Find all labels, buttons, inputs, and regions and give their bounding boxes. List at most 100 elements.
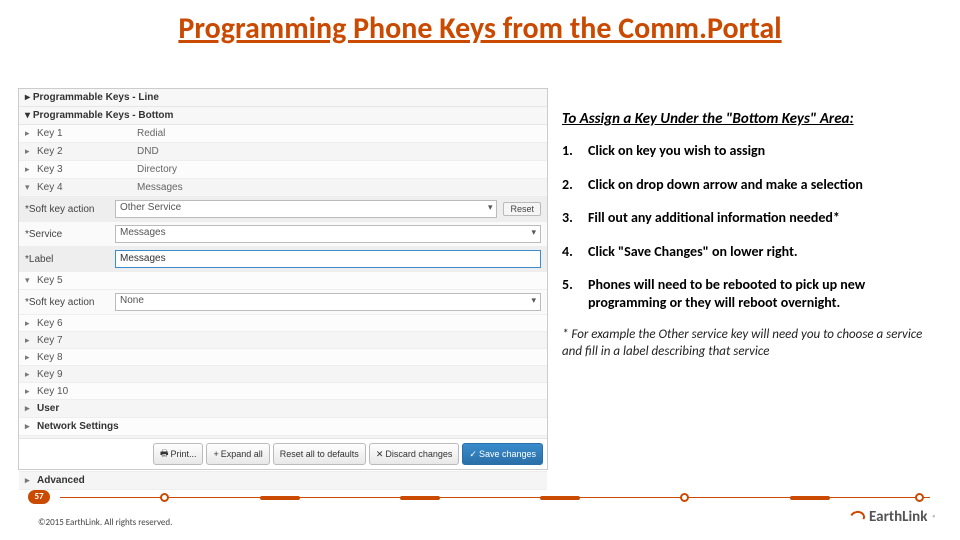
reset-defaults-button[interactable]: Reset all to defaults	[273, 443, 366, 465]
key-row-expanded[interactable]: ▾Key 4Messages	[19, 179, 547, 197]
page-number-badge: 57	[28, 490, 50, 504]
btn-label: Print...	[170, 449, 196, 459]
softkey-action-row: *Soft key action Other Service Reset	[19, 197, 547, 222]
softkey-action-select[interactable]: Other Service	[115, 200, 497, 218]
select-value: Messages	[120, 227, 166, 238]
footer-section[interactable]: ▸Network Settings	[19, 418, 547, 436]
footer-section[interactable]: ▸Advanced	[19, 472, 547, 490]
key-row[interactable]: ▸Key 10	[19, 383, 547, 400]
timeline-dot	[680, 493, 689, 502]
chevron-right-icon: ▸	[25, 403, 37, 414]
chevron-right-icon: ▸	[25, 146, 37, 157]
key-label: Key 9	[37, 369, 137, 380]
chevron-right-icon: ▸	[25, 318, 37, 329]
timeline-bar	[400, 496, 440, 500]
instructions-heading: To Assign a Key Under the "Bottom Keys" …	[562, 110, 942, 128]
chevron-right-icon: ▸	[25, 475, 37, 486]
step-number: 4.	[562, 243, 588, 261]
expand-all-button[interactable]: +Expand all	[206, 443, 269, 465]
step-text: Click on key you wish to assign	[588, 142, 942, 160]
reset-button[interactable]: Reset	[503, 202, 541, 216]
field-label: *Soft key action	[25, 297, 115, 308]
timeline-bar	[540, 496, 580, 500]
step-number: 3.	[562, 209, 588, 227]
discard-changes-button[interactable]: ✕Discard changes	[369, 443, 460, 465]
key-row[interactable]: ▸Key 8	[19, 349, 547, 366]
key5-softkey-select[interactable]: None	[115, 293, 541, 311]
timeline-dot	[915, 493, 924, 502]
save-changes-button[interactable]: ✓Save changes	[462, 443, 543, 465]
key-row[interactable]: ▸Key 6	[19, 315, 547, 332]
chevron-right-icon: ▸	[25, 369, 37, 380]
key-label: Key 10	[37, 386, 137, 397]
select-value: None	[120, 295, 144, 306]
key-label: Key 5	[37, 275, 137, 286]
btn-label: Save changes	[479, 449, 536, 459]
key-row[interactable]: ▸Key 3Directory	[19, 161, 547, 179]
field-label: *Label	[25, 254, 115, 265]
chevron-right-icon: ▸	[25, 421, 37, 432]
logo-trademark: ®	[932, 513, 936, 522]
step-text: Click on drop down arrow and make a sele…	[588, 176, 942, 194]
key-row[interactable]: ▸Key 1Redial	[19, 125, 547, 143]
key5-softkey-row: *Soft key action None	[19, 290, 547, 315]
key-label: Key 1	[37, 128, 137, 139]
check-icon: ✓	[469, 449, 477, 460]
chevron-down-icon: ▾	[25, 182, 37, 193]
field-label: *Service	[25, 229, 115, 240]
instruction-step: 5.Phones will need to be rebooted to pic…	[562, 276, 942, 311]
key-label: Key 3	[37, 164, 137, 175]
chevron-right-icon: ▸	[25, 335, 37, 346]
section-bottom-label: Programmable Keys - Bottom	[33, 110, 174, 121]
key-label: Key 6	[37, 318, 137, 329]
key-value: Redial	[137, 128, 541, 139]
key-label: Key 4	[37, 182, 137, 193]
key-value: Directory	[137, 164, 541, 175]
slide-title-text: Programming Phone Keys from the Comm.Por…	[178, 10, 781, 47]
chevron-right-icon: ▸	[25, 164, 37, 175]
key-label: Key 8	[37, 352, 137, 363]
footer-dots	[60, 492, 930, 504]
field-label: *Soft key action	[25, 204, 115, 215]
close-icon: ✕	[376, 449, 384, 460]
instructions-list: 1.Click on key you wish to assign 2.Clic…	[562, 142, 942, 311]
step-text: Fill out any additional information need…	[588, 209, 942, 227]
btn-label: Expand all	[221, 449, 263, 459]
print-button[interactable]: 🖶Print...	[153, 443, 204, 465]
section-bottom[interactable]: ▾ Programmable Keys - Bottom	[19, 107, 547, 125]
action-bar: 🖶Print... +Expand all Reset all to defau…	[19, 438, 547, 469]
label-row: *Label Messages	[19, 247, 547, 272]
copyright-text: ©2015 EarthLink. All rights reserved.	[38, 517, 172, 528]
step-number: 2.	[562, 176, 588, 194]
commportal-screenshot: ▸ Programmable Keys - Line ▾ Programmabl…	[18, 88, 548, 470]
step-number: 1.	[562, 142, 588, 160]
instructions-panel: To Assign a Key Under the "Bottom Keys" …	[562, 110, 942, 361]
key5-row[interactable]: ▾Key 5	[19, 272, 547, 290]
footer-section[interactable]: ▸User	[19, 400, 547, 418]
label-input[interactable]: Messages	[115, 250, 541, 268]
chevron-right-icon: ▸	[25, 92, 30, 103]
key-label: Key 7	[37, 335, 137, 346]
chevron-right-icon: ▸	[25, 386, 37, 397]
btn-label: Discard changes	[385, 449, 452, 459]
service-row: *Service Messages	[19, 222, 547, 247]
key-row[interactable]: ▸Key 2DND	[19, 143, 547, 161]
key-row[interactable]: ▸Key 7	[19, 332, 547, 349]
chevron-down-icon: ▾	[25, 275, 37, 286]
chevron-down-icon: ▾	[25, 110, 30, 121]
section-label: Advanced	[37, 475, 85, 486]
chevron-right-icon: ▸	[25, 128, 37, 139]
btn-label: Reset all to defaults	[280, 449, 359, 459]
key-row[interactable]: ▸Key 9	[19, 366, 547, 383]
slide-title: Programming Phone Keys from the Comm.Por…	[0, 10, 960, 47]
earthlink-logo: EarthLink ®	[849, 508, 936, 526]
step-text: Phones will need to be rebooted to pick …	[588, 276, 942, 311]
timeline-bar	[790, 496, 830, 500]
timeline-dot	[160, 493, 169, 502]
service-select[interactable]: Messages	[115, 225, 541, 243]
instruction-step: 2.Click on drop down arrow and make a se…	[562, 176, 942, 194]
logo-text: EarthLink	[869, 508, 927, 526]
select-value: Other Service	[120, 202, 181, 213]
instruction-step: 4.Click "Save Changes" on lower right.	[562, 243, 942, 261]
section-line[interactable]: ▸ Programmable Keys - Line	[19, 89, 547, 107]
